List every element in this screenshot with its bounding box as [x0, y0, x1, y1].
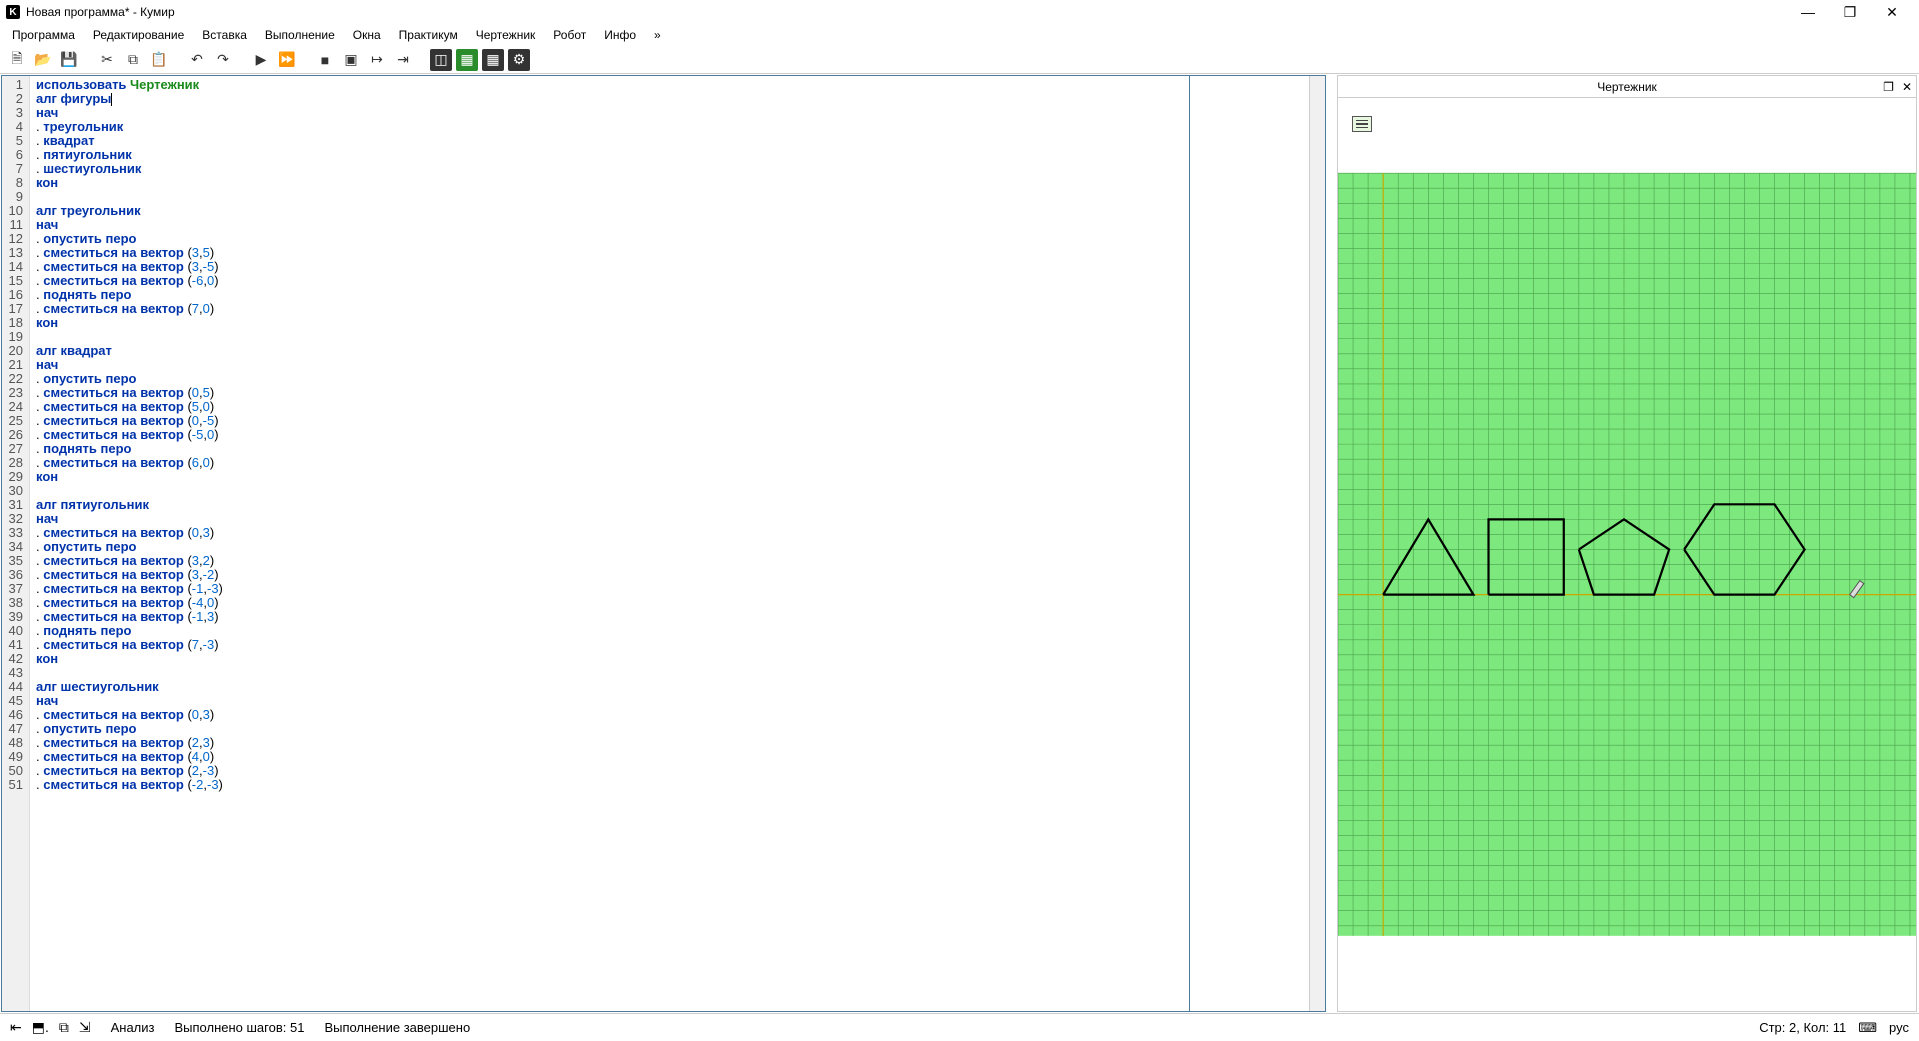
editor-right-margin: [1189, 76, 1309, 1011]
close-button[interactable]: ✕: [1871, 0, 1913, 24]
menu-bar: ПрограммаРедактированиеВставкаВыполнение…: [0, 24, 1919, 46]
menu-item-1[interactable]: Редактирование: [85, 26, 192, 44]
open-file-icon[interactable]: 📂: [32, 49, 54, 71]
run-icon[interactable]: ▶: [250, 49, 272, 71]
window-title: Новая программа* - Кумир: [26, 5, 1787, 19]
stop-icon[interactable]: ■: [314, 49, 336, 71]
status-bar: ⇤ ⬒. ⧉ ⇲ Анализ Выполнено шагов: 51 Выпо…: [0, 1013, 1919, 1041]
drawer-title: Чертежник: [1597, 80, 1657, 94]
menu-item-3[interactable]: Выполнение: [257, 26, 343, 44]
status-icon-4[interactable]: ⇲: [79, 1019, 91, 1036]
drawer-popout-button[interactable]: ❐: [1883, 80, 1894, 94]
drawer-panel: Чертежник ❐ ✕: [1337, 75, 1917, 1012]
copy-icon[interactable]: ⧉: [122, 49, 144, 71]
status-language[interactable]: рус: [1889, 1020, 1909, 1035]
pause-icon[interactable]: ▣: [340, 49, 362, 71]
drawer-canvas-wrap: [1338, 98, 1916, 1011]
layout3-icon[interactable]: ▦: [482, 49, 504, 71]
code-content[interactable]: использовать Чертежникалг фигурынач. тре…: [30, 76, 1189, 1011]
menu-item-9[interactable]: »: [646, 26, 669, 44]
code-editor[interactable]: 1234567891011121314151617181920212223242…: [2, 76, 1189, 1011]
status-steps: Выполнено шагов: 51: [174, 1020, 304, 1035]
maximize-button[interactable]: ❐: [1829, 0, 1871, 24]
menu-item-6[interactable]: Чертежник: [468, 26, 544, 44]
window-controls: — ❐ ✕: [1787, 0, 1913, 24]
status-keyboard-icon[interactable]: ⌨: [1858, 1020, 1877, 1036]
menu-item-0[interactable]: Программа: [4, 26, 83, 44]
line-number-gutter: 1234567891011121314151617181920212223242…: [2, 76, 30, 1011]
step-over-icon[interactable]: ↦: [366, 49, 388, 71]
drawer-close-button[interactable]: ✕: [1902, 80, 1912, 94]
title-bar: K Новая программа* - Кумир — ❐ ✕: [0, 0, 1919, 24]
menu-item-5[interactable]: Практикум: [391, 26, 466, 44]
menu-item-7[interactable]: Робот: [545, 26, 594, 44]
status-cursor-position: Стр: 2, Кол: 11: [1759, 1020, 1846, 1035]
main-area: 1234567891011121314151617181920212223242…: [0, 74, 1919, 1013]
status-icon-group: ⇤ ⬒. ⧉ ⇲: [10, 1019, 91, 1036]
menu-item-8[interactable]: Инфо: [596, 26, 644, 44]
redo-icon[interactable]: ↷: [212, 49, 234, 71]
paste-icon[interactable]: 📋: [148, 49, 170, 71]
status-icon-1[interactable]: ⇤: [10, 1019, 22, 1036]
save-file-icon[interactable]: 💾: [58, 49, 80, 71]
status-icon-3[interactable]: ⧉: [59, 1019, 69, 1036]
code-editor-panel: 1234567891011121314151617181920212223242…: [1, 75, 1326, 1012]
menu-item-2[interactable]: Вставка: [194, 26, 255, 44]
drawer-canvas[interactable]: [1338, 98, 1916, 1011]
step-into-icon[interactable]: ⇥: [392, 49, 414, 71]
new-file-icon[interactable]: 🗎: [6, 49, 28, 71]
app-icon: K: [6, 5, 20, 19]
canvas-menu-button[interactable]: [1352, 116, 1372, 132]
drawer-header: Чертежник ❐ ✕: [1338, 76, 1916, 98]
run-fast-icon[interactable]: ⏩: [276, 49, 298, 71]
vertical-scrollbar[interactable]: [1309, 76, 1325, 1011]
layout1-icon[interactable]: ◫: [430, 49, 452, 71]
layout4-icon[interactable]: ⚙: [508, 49, 530, 71]
status-finished: Выполнение завершено: [324, 1020, 470, 1035]
undo-icon[interactable]: ↶: [186, 49, 208, 71]
menu-item-4[interactable]: Окна: [345, 26, 389, 44]
minimize-button[interactable]: —: [1787, 0, 1829, 24]
cut-icon[interactable]: ✂: [96, 49, 118, 71]
layout2-icon[interactable]: ▦: [456, 49, 478, 71]
toolbar: 🗎📂💾✂⧉📋↶↷▶⏩■▣↦⇥◫▦▦⚙: [0, 46, 1919, 74]
status-icon-2[interactable]: ⬒.: [32, 1019, 49, 1036]
status-analysis[interactable]: Анализ: [111, 1020, 155, 1035]
